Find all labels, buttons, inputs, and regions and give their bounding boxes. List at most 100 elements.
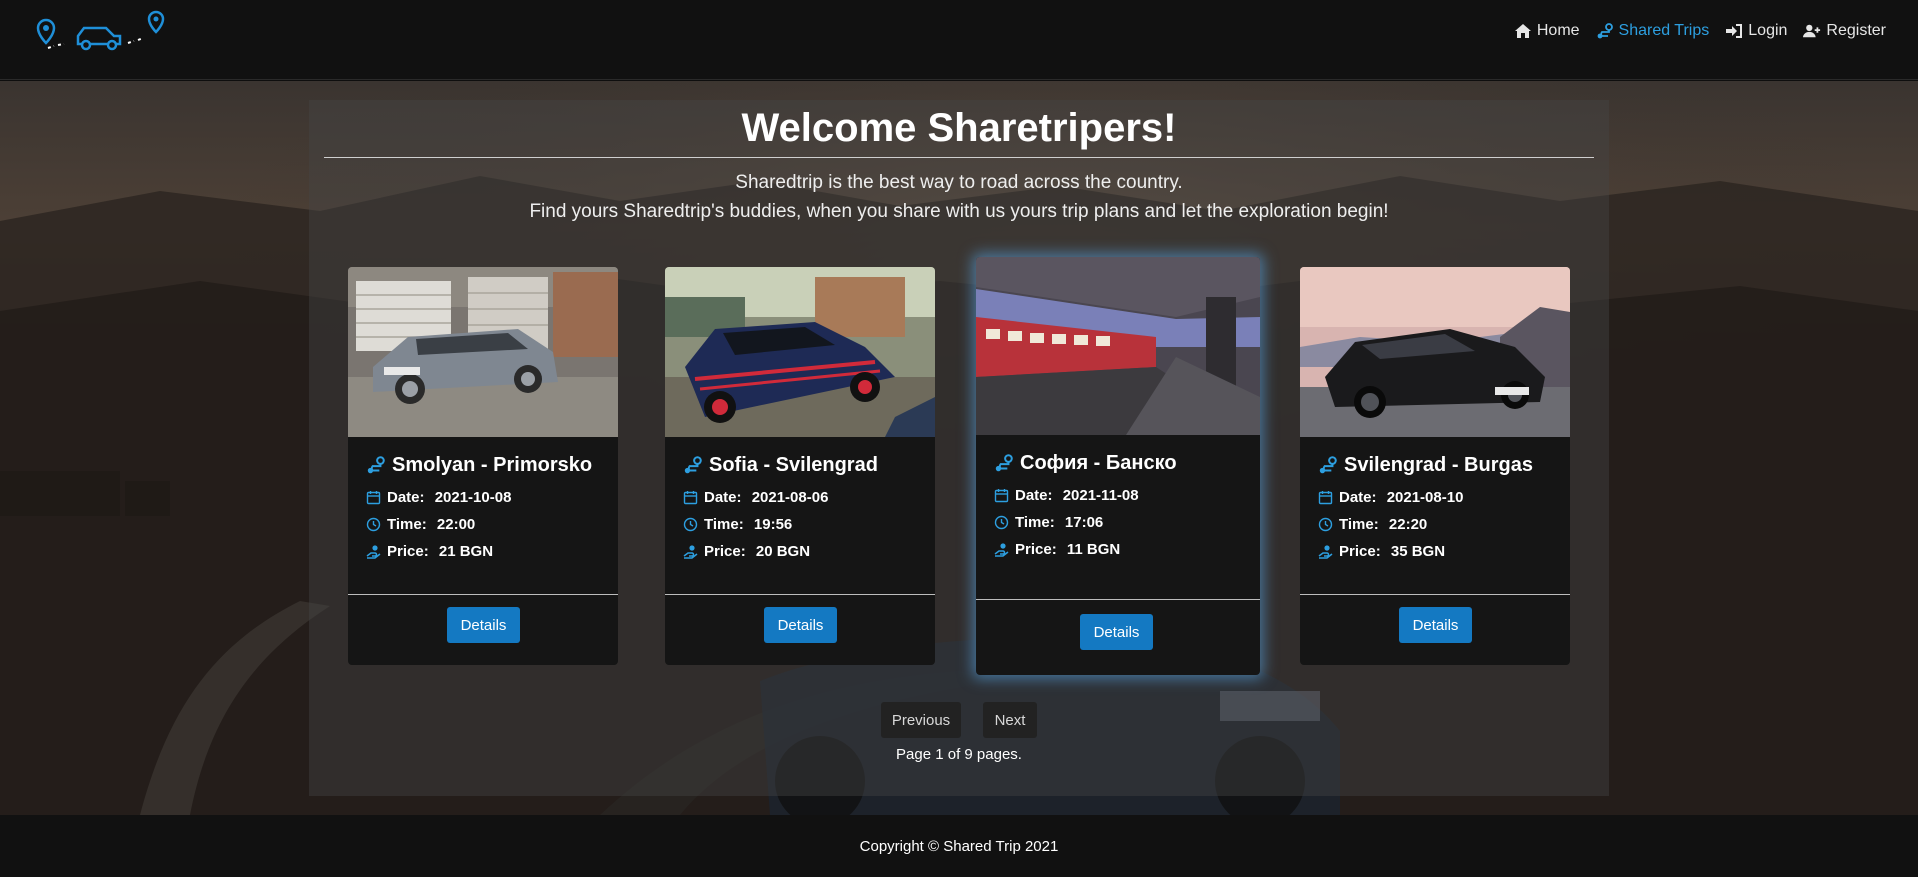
home-icon (1514, 24, 1531, 38)
route-icon (1597, 23, 1613, 39)
previous-page-button[interactable]: Previous (881, 702, 961, 738)
trip-price: Price: 20 BGN (683, 543, 925, 560)
nav-item-register-label: Register (1826, 22, 1886, 39)
date-label: Date: (1015, 487, 1053, 504)
hand-coin-icon (366, 545, 381, 559)
trip-date: Date: 2021-08-06 (683, 489, 925, 506)
hand-coin-icon (683, 545, 698, 559)
details-button[interactable]: Details (764, 607, 837, 643)
trip-price: Price: 21 BGN (366, 543, 608, 560)
page-title: Welcome Sharetripers! (741, 106, 1177, 150)
trip-card-body: Sofia - Svilengrad Date: 2021-08-06 Time:… (683, 451, 925, 560)
clock-icon (994, 515, 1009, 530)
nav-links: Home Shared Trips Login Register (1514, 22, 1886, 40)
time-value: 22:20 (1388, 516, 1428, 533)
date-label: Date: (704, 489, 742, 506)
shared-trip-logo[interactable] (34, 10, 170, 58)
trip-card-body: София - Банско Date: 2021-11-08 Time: 17:0… (994, 449, 1250, 558)
trip-price: Price: 35 BGN (1318, 543, 1560, 560)
price-label: Price: (1339, 543, 1381, 560)
nav-item-login[interactable]: Login (1725, 22, 1787, 40)
route-icon (684, 456, 702, 474)
details-button[interactable]: Details (1399, 607, 1472, 643)
time-label: Time: (1015, 514, 1055, 531)
trip-route-label: Smolyan - Primorsko (392, 453, 593, 476)
date-value: 2021-08-06 (751, 489, 829, 506)
copyright-text: Copyright © Shared Trip 2021 (859, 838, 1059, 855)
trip-card-body: Smolyan - Primorsko Date: 2021-10-08 Time… (366, 451, 608, 560)
time-label: Time: (704, 516, 744, 533)
nav-item-home-label: Home (1536, 22, 1580, 39)
title-divider (324, 157, 1594, 158)
card-divider (1300, 594, 1570, 595)
trip-card[interactable]: Svilengrad - Burgas Date: 2021-08-10 Time… (1300, 267, 1570, 665)
price-label: Price: (387, 543, 429, 560)
silver-audi-sedan-photo (348, 267, 618, 437)
date-value: 2021-10-08 (434, 489, 512, 506)
next-page-button[interactable]: Next (983, 702, 1037, 738)
trip-route-label: Sofia - Svilengrad (709, 453, 878, 476)
calendar-icon (994, 489, 1009, 503)
route-icon (367, 456, 385, 474)
nav-item-login-label: Login (1748, 22, 1788, 39)
trip-date: Date: 2021-10-08 (366, 489, 608, 506)
time-label: Time: (1339, 516, 1379, 533)
card-divider (665, 594, 935, 595)
footer: Copyright © Shared Trip 2021 (0, 815, 1918, 877)
trip-card-highlighted[interactable]: София - Банско Date: 2021-11-08 Time: 17:0… (976, 257, 1260, 675)
clock-icon (683, 517, 698, 532)
price-value: 35 BGN (1390, 543, 1446, 560)
navbar: Home Shared Trips Login Register (0, 0, 1918, 80)
calendar-icon (1318, 491, 1333, 505)
trip-date: Date: 2021-08-10 (1318, 489, 1560, 506)
clock-icon (366, 517, 381, 532)
time-value: 17:06 (1064, 514, 1104, 531)
trip-route-label: Svilengrad - Burgas (1344, 453, 1533, 476)
details-button[interactable]: Details (447, 607, 520, 643)
clock-icon (1318, 517, 1333, 532)
nav-item-shared-trips[interactable]: Shared Trips (1596, 22, 1710, 40)
sign-in-icon (1726, 24, 1743, 38)
main-panel: Welcome Sharetripers! Sharedtrip is the … (309, 100, 1609, 796)
train-platform-photo (976, 257, 1260, 435)
tagline-line-1: Sharedtrip is the best way to road acros… (735, 172, 1183, 193)
trip-route: Sofia - Svilengrad (683, 451, 925, 479)
blue-dacia-car-photo (665, 267, 935, 437)
trip-date: Date: 2021-11-08 (994, 487, 1250, 504)
trip-card-body: Svilengrad - Burgas Date: 2021-08-10 Time… (1318, 451, 1560, 560)
trip-time: Time: 22:20 (1318, 516, 1560, 533)
nav-item-shared-trips-label: Shared Trips (1618, 22, 1710, 39)
route-icon (995, 454, 1013, 472)
nav-item-register[interactable]: Register (1803, 22, 1886, 40)
card-divider (348, 594, 618, 595)
nav-item-home[interactable]: Home (1514, 22, 1580, 40)
price-value: 11 BGN (1066, 541, 1121, 558)
user-plus-icon (1803, 24, 1821, 38)
date-label: Date: (1339, 489, 1377, 506)
trip-time: Time: 19:56 (683, 516, 925, 533)
details-button[interactable]: Details (1080, 614, 1153, 650)
trip-route: Smolyan - Primorsko (366, 451, 608, 479)
black-mercedes-coupe-photo (1300, 267, 1570, 437)
trip-card[interactable]: Sofia - Svilengrad Date: 2021-08-06 Time:… (665, 267, 935, 665)
time-value: 19:56 (753, 516, 793, 533)
page-indicator: Page 1 of 9 pages. (896, 746, 1022, 763)
trip-time: Time: 17:06 (994, 514, 1250, 531)
date-value: 2021-11-08 (1062, 487, 1139, 504)
time-label: Time: (387, 516, 427, 533)
trip-route: София - Банско (994, 449, 1250, 477)
hand-coin-icon (1318, 545, 1333, 559)
card-divider (976, 599, 1260, 600)
trip-route: Svilengrad - Burgas (1318, 451, 1560, 479)
trip-route-label: София - Банско (1020, 451, 1177, 474)
time-value: 22:00 (436, 516, 476, 533)
price-label: Price: (704, 543, 746, 560)
trip-price: Price: 11 BGN (994, 541, 1250, 558)
hand-coin-icon (994, 543, 1009, 557)
calendar-icon (683, 491, 698, 505)
trip-time: Time: 22:00 (366, 516, 608, 533)
route-icon (1319, 456, 1337, 474)
trip-card[interactable]: Smolyan - Primorsko Date: 2021-10-08 Time… (348, 267, 618, 665)
price-value: 20 BGN (755, 543, 811, 560)
price-value: 21 BGN (438, 543, 494, 560)
